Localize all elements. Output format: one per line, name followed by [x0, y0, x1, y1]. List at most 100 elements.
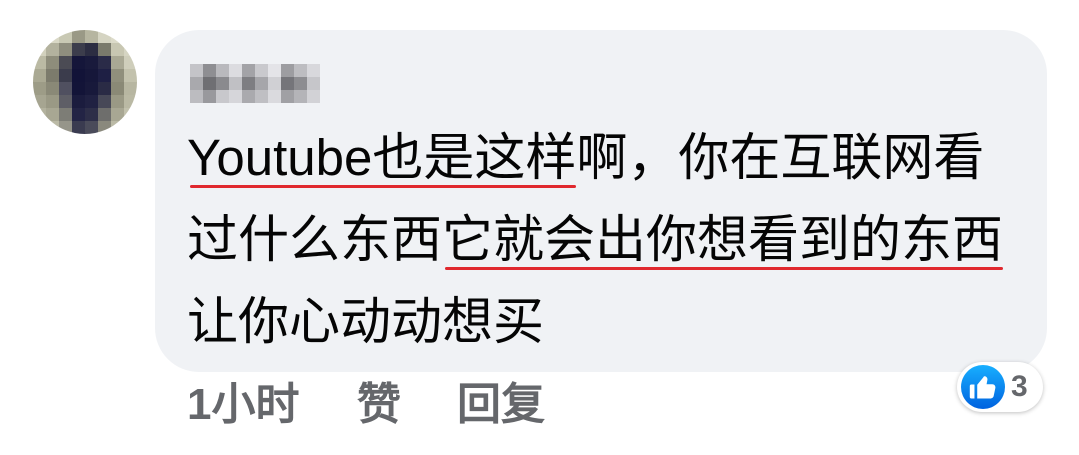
comment-segment: 啊，你在互联网看 [576, 129, 985, 186]
name-pixel [203, 64, 216, 77]
avatar-pixel [33, 108, 46, 121]
avatar-pixel [72, 69, 85, 82]
avatar-pixel [111, 69, 124, 82]
avatar-pixel [85, 69, 98, 82]
avatar-pixel [59, 82, 72, 95]
avatar-pixel [85, 108, 98, 121]
name-pixel [229, 77, 242, 90]
avatar-pixel [72, 30, 85, 43]
like-icon [961, 365, 1005, 409]
avatar-pixel [124, 69, 137, 82]
avatar-pixel [33, 30, 46, 43]
name-pixel [255, 90, 268, 103]
avatar-pixel [124, 82, 137, 95]
avatar-pixel [111, 121, 124, 134]
name-pixel [281, 90, 294, 103]
avatar-pixel [124, 95, 137, 108]
avatar-pixel [98, 30, 111, 43]
comment-text: Youtube也是这样啊，你在互联网看 过什么东西它就会出你想看到的东西 让你心… [187, 117, 1004, 363]
name-pixel [307, 77, 320, 90]
name-pixel [268, 90, 281, 103]
avatar-pixel [72, 82, 85, 95]
comment-timestamp[interactable]: 1小时 [187, 378, 299, 432]
avatar-pixel [124, 121, 137, 134]
avatar-pixel [59, 69, 72, 82]
avatar-pixel [111, 30, 124, 43]
name-pixel [229, 90, 242, 103]
name-pixel [255, 77, 268, 90]
avatar-pixel [33, 56, 46, 69]
name-pixel [281, 77, 294, 90]
avatar-pixel [72, 43, 85, 56]
name-pixel [216, 64, 229, 77]
avatar-pixel [111, 56, 124, 69]
name-pixel [242, 77, 255, 90]
comment-line: 过什么东西它就会出你想看到的东西 [187, 199, 1004, 281]
avatar-pixel [46, 56, 59, 69]
comment-segment: 过什么东西 [187, 211, 443, 268]
avatar-pixel [85, 43, 98, 56]
avatar-pixel [124, 43, 137, 56]
avatar-pixel [33, 121, 46, 134]
reply-button[interactable]: 回复 [457, 378, 545, 432]
avatar-pixel [124, 30, 137, 43]
reaction-count: 3 [1011, 370, 1028, 403]
name-pixel [255, 64, 268, 77]
avatar-pixel [85, 56, 98, 69]
avatar-pixel [111, 43, 124, 56]
avatar-pixel [72, 108, 85, 121]
name-pixel [281, 64, 294, 77]
avatar-pixel [59, 56, 72, 69]
name-pixel [294, 90, 307, 103]
avatar-pixel [124, 56, 137, 69]
name-pixel [242, 64, 255, 77]
name-pixel [307, 90, 320, 103]
comment-segment-underlined: 它就会出你想看到的东西 [442, 199, 1004, 281]
comment-segment: 让你心动动想买 [187, 293, 545, 350]
avatar-pixel [59, 108, 72, 121]
avatar-pixel [98, 69, 111, 82]
name-pixel [190, 64, 203, 77]
avatar-pixel [46, 108, 59, 121]
avatar-pixel [124, 108, 137, 121]
name-pixel [216, 90, 229, 103]
avatar-pixel [33, 69, 46, 82]
avatar-pixel [98, 95, 111, 108]
avatar-pixel [72, 95, 85, 108]
name-pixel [294, 77, 307, 90]
avatar-pixel [33, 43, 46, 56]
name-pixel [190, 77, 203, 90]
name-pixel [190, 90, 203, 103]
name-pixel [203, 77, 216, 90]
avatar-pixel [111, 95, 124, 108]
name-pixel [294, 64, 307, 77]
name-pixel [307, 64, 320, 77]
reaction-badge[interactable]: 3 [957, 362, 1043, 412]
avatar-pixel [33, 82, 46, 95]
author-name-redacted[interactable] [190, 64, 320, 103]
like-button[interactable]: 赞 [357, 378, 401, 432]
comment-segment-underlined: Youtube也是这样 [187, 117, 577, 199]
avatar-pixel [33, 95, 46, 108]
avatar-pixel [98, 56, 111, 69]
name-pixel [242, 90, 255, 103]
name-pixel [268, 64, 281, 77]
avatar-pixel [98, 121, 111, 134]
avatar-pixel [59, 30, 72, 43]
avatar-pixel [46, 95, 59, 108]
name-pixel [216, 77, 229, 90]
avatar-pixel [72, 56, 85, 69]
avatar-pixel [46, 43, 59, 56]
avatar-pixel [85, 82, 98, 95]
avatar-pixel [46, 121, 59, 134]
comment-line: Youtube也是这样啊，你在互联网看 [187, 117, 1003, 199]
avatar-pixel [111, 108, 124, 121]
avatar-pixel [111, 82, 124, 95]
avatar-pixel [98, 108, 111, 121]
avatar-pixel [46, 69, 59, 82]
avatar-pixel [72, 121, 85, 134]
avatar-pixel [85, 30, 98, 43]
avatar[interactable] [33, 30, 137, 134]
avatar-pixel [98, 43, 111, 56]
name-pixel [229, 64, 242, 77]
